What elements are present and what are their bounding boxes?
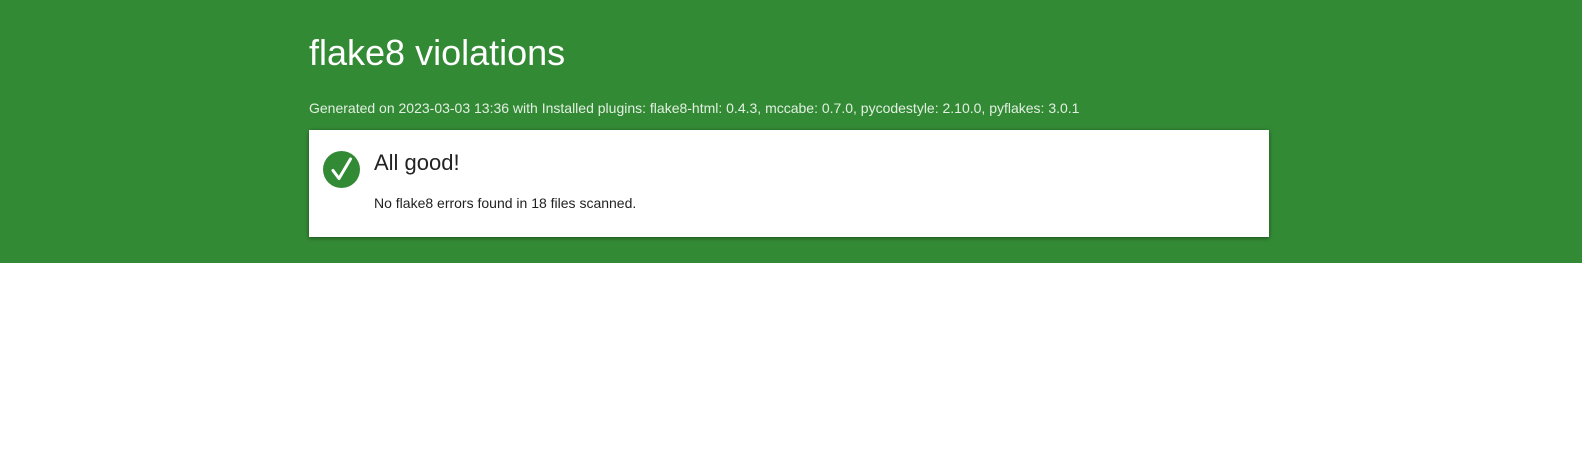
report-header: flake8 violations Generated on 2023-03-0… [0, 0, 1582, 263]
page-title: flake8 violations [309, 32, 566, 73]
result-message: No flake8 errors found in 18 files scann… [374, 195, 637, 211]
checkmark-icon [323, 151, 360, 188]
result-card: All good! No flake8 errors found in 18 f… [309, 130, 1269, 237]
generated-info: Generated on 2023-03-03 13:36 with Insta… [309, 100, 1080, 116]
result-heading: All good! [374, 150, 460, 175]
